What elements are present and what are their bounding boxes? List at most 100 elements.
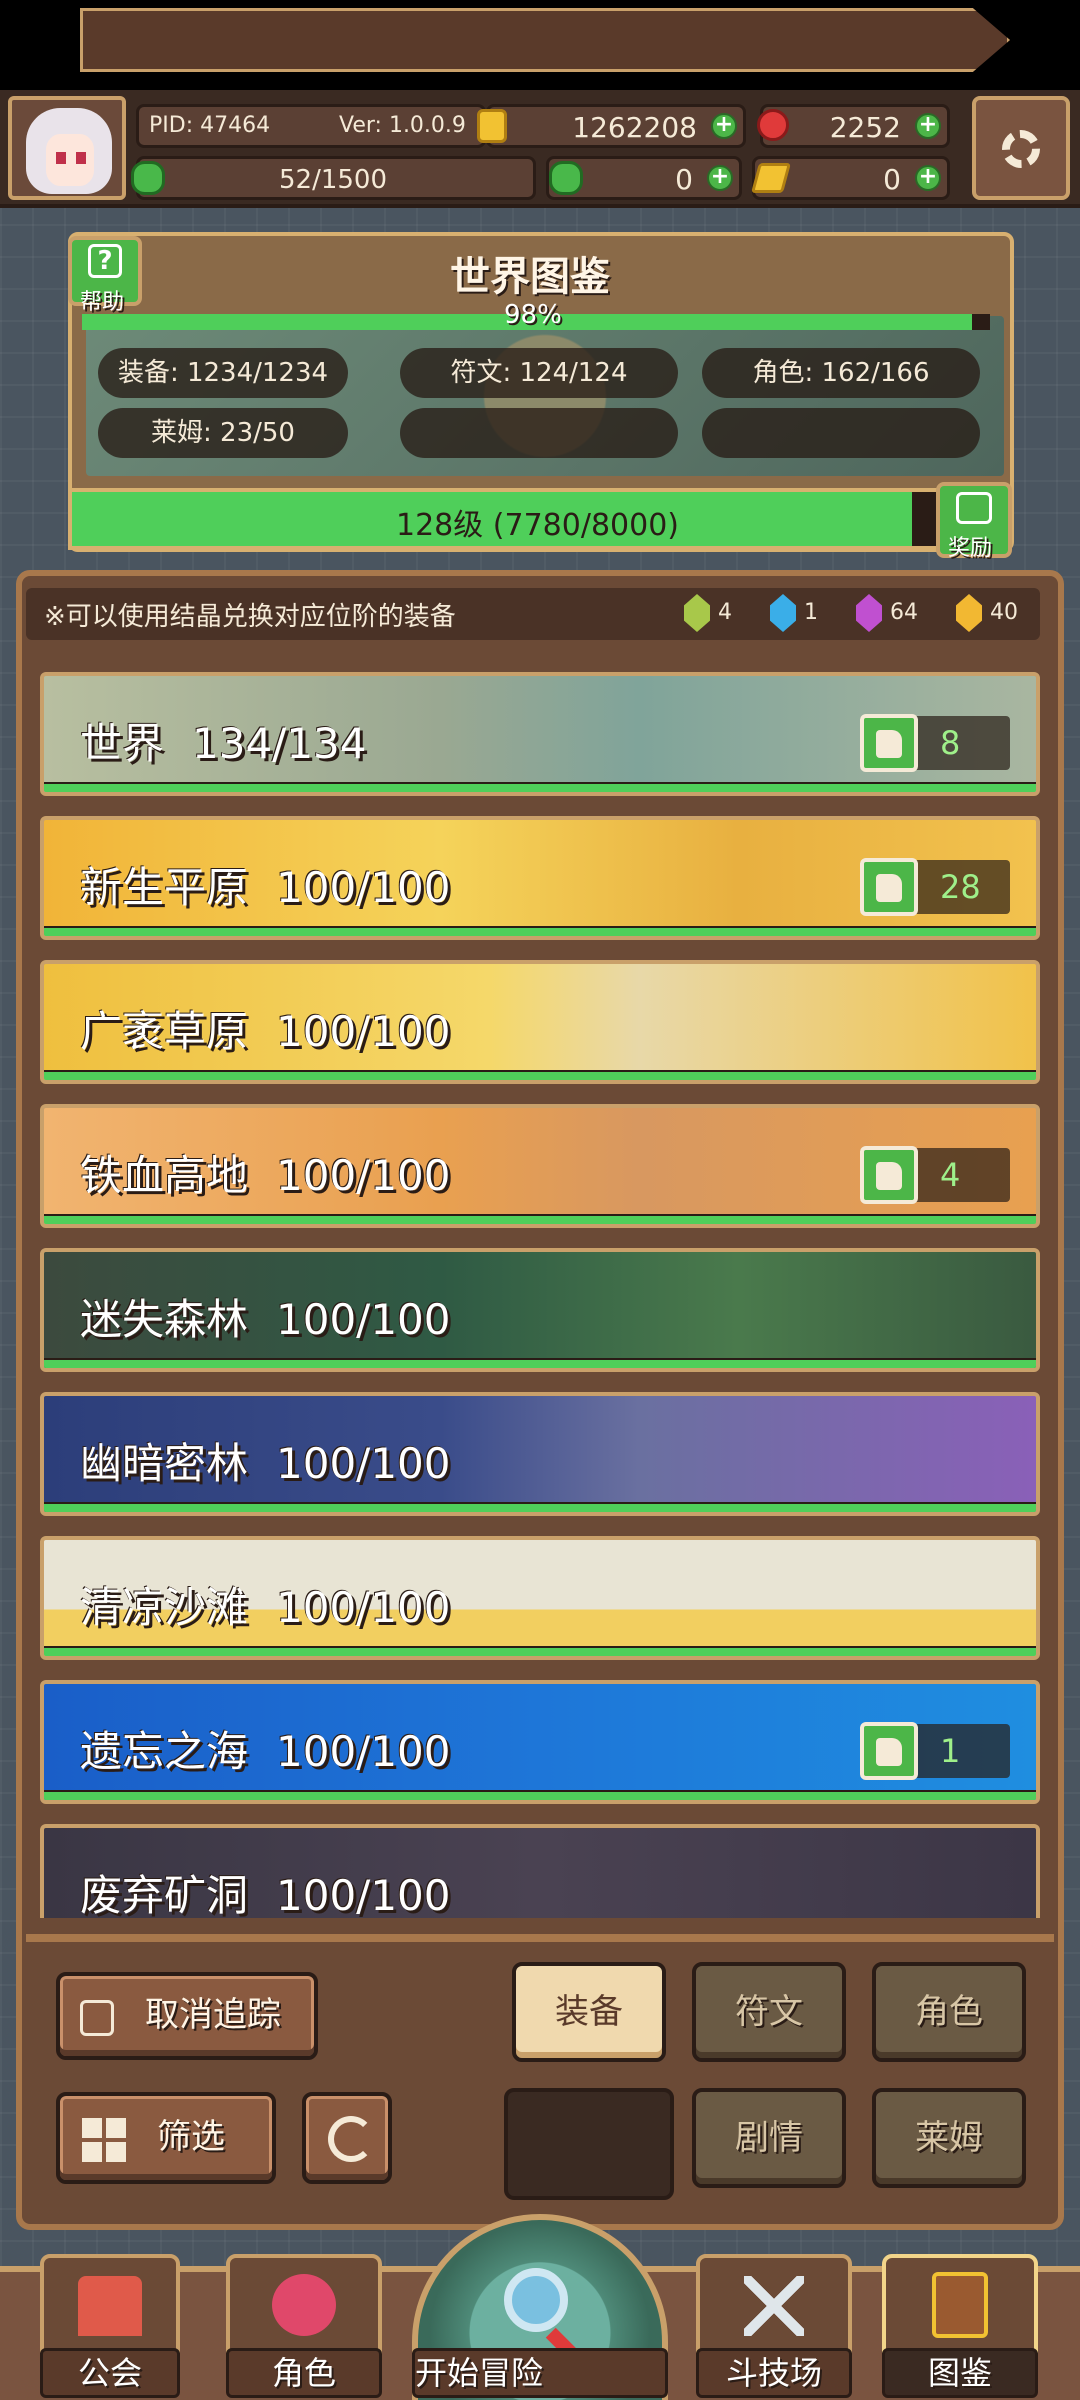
reset-button[interactable] <box>302 2092 392 2184</box>
region-progress: 100/100 <box>276 1583 451 1632</box>
nav-adventure-label: 开始冒险 <box>412 2348 668 2398</box>
region-name: 废弃矿洞 <box>80 1871 249 1918</box>
region-name: 迷失森林 <box>80 1295 249 1344</box>
thumb-up-icon <box>876 730 902 758</box>
region-progress: 134/134 <box>192 719 367 768</box>
tab-equipment[interactable]: 装备 <box>512 1962 666 2062</box>
region-row[interactable]: 世界 134/134 8 <box>40 672 1040 796</box>
region-row[interactable]: 新生平原 100/100 28 <box>40 816 1040 940</box>
exp-clover-icon <box>131 161 165 195</box>
region-name: 世界 <box>80 719 165 768</box>
stat-equipment: 装备: 1234/1234 <box>98 348 348 398</box>
region-row[interactable]: 幽暗密林 100/100 <box>40 1392 1040 1516</box>
region-progress-line <box>44 1502 1036 1512</box>
region-progress: 100/100 <box>276 1439 451 1488</box>
tab-runes[interactable]: 符文 <box>692 1962 846 2062</box>
tab-characters[interactable]: 角色 <box>872 1962 1026 2062</box>
settings-button[interactable] <box>972 96 1070 200</box>
stat-slime: 莱姆: 23/50 <box>98 408 348 458</box>
like-count: 1 <box>940 1732 961 1770</box>
region-name: 广袤草原 <box>80 1007 249 1056</box>
like-counter[interactable]: 28 <box>860 858 1010 916</box>
region-progress-line <box>44 1070 1036 1080</box>
region-title: 废弃矿洞 100/100 <box>80 1862 451 1918</box>
question-icon: ? <box>88 244 122 278</box>
player-avatar[interactable] <box>8 96 126 200</box>
help-label: 帮助 <box>80 290 125 315</box>
tab-slime[interactable]: 莱姆 <box>872 2088 1026 2188</box>
region-row[interactable]: 迷失森林 100/100 <box>40 1248 1040 1372</box>
tab-empty-slot <box>504 2088 674 2200</box>
clover-counter: 0 + <box>546 156 742 200</box>
title-banner <box>80 8 1010 72</box>
reward-button[interactable]: 奖励 <box>936 482 1012 561</box>
nav-arena-label: 斗技场 <box>696 2348 852 2398</box>
region-row[interactable]: 铁血高地 100/100 4 <box>40 1104 1040 1228</box>
add-key-plus-icon[interactable]: + <box>915 165 941 191</box>
like-count: 8 <box>940 724 961 762</box>
region-name: 幽暗密林 <box>80 1439 249 1488</box>
ruby-gem-icon <box>757 109 789 141</box>
add-gold-plus-icon[interactable]: + <box>711 113 737 139</box>
grid-icon <box>82 2118 126 2162</box>
region-title: 清凉沙滩 100/100 <box>80 1574 451 1635</box>
region-progress-line <box>44 1214 1036 1224</box>
like-count: 28 <box>940 868 981 906</box>
pid-bar: PID: 47464 Ver: 1.0.0.9 <box>136 104 486 148</box>
like-button[interactable] <box>860 714 918 772</box>
untrack-button[interactable]: 取消追踪 <box>56 1972 318 2060</box>
nav-atlas[interactable]: 图鉴 <box>882 2254 1038 2400</box>
region-progress-line <box>44 1646 1036 1656</box>
region-progress-line <box>44 782 1036 792</box>
nav-atlas-label: 图鉴 <box>882 2348 1038 2398</box>
key-counter: 0 + <box>750 156 950 200</box>
region-progress: 100/100 <box>276 1007 451 1056</box>
avatar-eye <box>76 152 86 164</box>
add-clover-plus-icon[interactable]: + <box>707 165 733 191</box>
key-icon <box>750 163 792 193</box>
page-title: 世界图鉴 <box>450 254 610 300</box>
nav-guild[interactable]: 公会 <box>40 2254 180 2400</box>
thumb-up-icon <box>876 1162 902 1190</box>
help-button[interactable]: ? 帮助 <box>68 236 142 315</box>
crossed-swords-icon <box>744 2276 804 2336</box>
region-title: 广袤草原 100/100 <box>80 998 451 1059</box>
like-counter[interactable]: 8 <box>860 714 1010 772</box>
region-progress-line <box>44 1358 1036 1368</box>
like-counter[interactable]: 1 <box>860 1722 1010 1780</box>
atlas-level-text: 128级 (7780/8000) <box>396 508 680 543</box>
region-title: 遗忘之海 100/100 <box>80 1718 451 1779</box>
nav-arena[interactable]: 斗技场 <box>696 2254 852 2400</box>
region-title: 世界 134/134 <box>80 710 367 771</box>
region-row[interactable]: 遗忘之海 100/100 1 <box>40 1680 1040 1804</box>
notice-text: ※可以使用结晶兑换对应位阶的装备 <box>44 602 456 632</box>
stat-runes: 符文: 124/124 <box>400 348 678 398</box>
nav-character[interactable]: 角色 <box>226 2254 382 2400</box>
avatar-eye <box>56 152 66 164</box>
region-row[interactable]: 清凉沙滩 100/100 <box>40 1536 1040 1660</box>
like-button[interactable] <box>860 858 918 916</box>
stat-characters: 角色: 162/166 <box>702 348 980 398</box>
gold-counter: 1262208 + <box>477 104 746 148</box>
region-progress-line <box>44 926 1036 936</box>
completion-percent: 98% <box>504 300 562 330</box>
clover-icon <box>549 161 583 195</box>
atlas-book-icon <box>932 2272 988 2338</box>
region-progress: 100/100 <box>276 1295 451 1344</box>
stat-empty <box>400 408 678 458</box>
gem-amount: 2252 <box>829 111 901 144</box>
like-button[interactable] <box>860 1722 918 1780</box>
region-title: 新生平原 100/100 <box>80 854 451 915</box>
tab-story[interactable]: 剧情 <box>692 2088 846 2188</box>
like-button[interactable] <box>860 1146 918 1204</box>
like-counter[interactable]: 4 <box>860 1146 1010 1204</box>
add-gem-plus-icon[interactable]: + <box>915 113 941 139</box>
exp-text: 52/1500 <box>279 165 388 195</box>
region-list[interactable]: 世界 134/134 8 新生平原 100/100 28 广袤草原 100/100 铁血高地 10… <box>40 672 1040 1918</box>
filter-button[interactable]: 筛选 <box>56 2092 276 2184</box>
region-row[interactable]: 废弃矿洞 100/100 <box>40 1824 1040 1918</box>
region-row[interactable]: 广袤草原 100/100 <box>40 960 1040 1084</box>
nav-start-adventure[interactable]: 开始冒险 <box>412 2214 668 2400</box>
region-name: 新生平原 <box>80 863 249 912</box>
region-name: 遗忘之海 <box>80 1727 249 1776</box>
